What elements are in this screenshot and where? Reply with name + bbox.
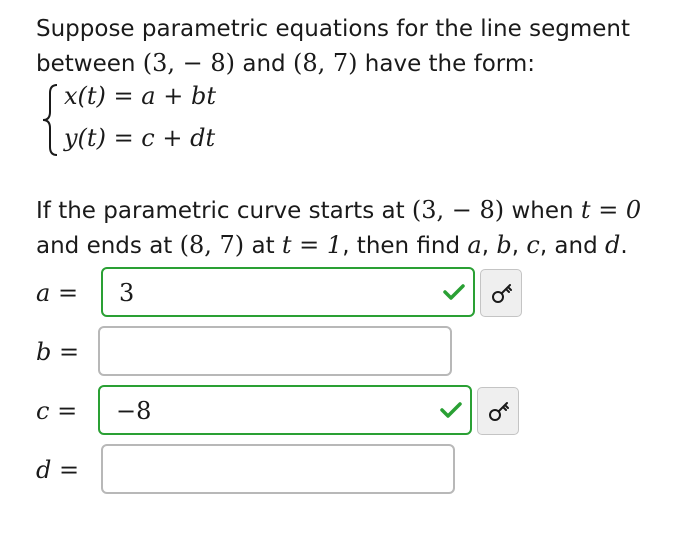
intro-line-1: Suppose parametric equations for the lin… [36, 16, 630, 42]
equals-sign: = [51, 338, 80, 366]
answer-label-c: c = [36, 397, 77, 425]
checkmark-icon [440, 402, 462, 418]
answer-var: c [36, 397, 50, 425]
point-end: (8, 7) [292, 49, 358, 77]
equals-sign: = [51, 456, 80, 484]
answer-var: a [36, 279, 51, 307]
question-text: at [244, 233, 282, 259]
key-icon [492, 284, 512, 303]
answer-row-b: b = [0, 326, 700, 382]
answer-value-a: 3 [119, 279, 135, 307]
answer-input-c[interactable]: −8 [98, 385, 472, 435]
equation-y: y(t) = c + dt [64, 124, 215, 152]
answer-label-a: a = [36, 279, 78, 307]
intro-text: have the form: [357, 51, 535, 77]
equals-sign: = [49, 397, 78, 425]
left-brace [42, 84, 58, 156]
intro-line-2: between (3, − 8) and (8, 7) have the for… [36, 46, 630, 81]
question-text: . [620, 233, 628, 259]
question-text: , and [539, 233, 606, 259]
var-d: d [605, 231, 621, 259]
intro-text: between [36, 51, 143, 77]
var-a: a [467, 231, 482, 259]
answer-label-b: b = [36, 338, 79, 366]
checkmark-icon [443, 284, 465, 300]
question-text: when [504, 198, 581, 224]
question-text: , then find [342, 233, 468, 259]
question-text: and ends at [36, 233, 180, 259]
key-icon [489, 402, 509, 421]
eq-y-lhs: y(t) [64, 124, 106, 152]
answer-var: d [36, 456, 52, 484]
answer-row-c: c = −8 [0, 385, 700, 441]
var-c: c [526, 231, 540, 259]
equation-x: x(t) = a + bt [64, 82, 216, 110]
var-b: b [496, 231, 512, 259]
problem-question: If the parametric curve starts at (3, − … [36, 193, 641, 263]
answer-var: b [36, 338, 52, 366]
question-text: If the parametric curve starts at [36, 198, 412, 224]
point-start: (3, − 8) [142, 49, 236, 77]
question-line-2: and ends at (8, 7) at t = 1, then find a… [36, 228, 641, 263]
eq-x-lhs: x(t) [64, 82, 106, 110]
answer-input-b[interactable] [98, 326, 452, 376]
answer-label-d: d = [36, 456, 79, 484]
answer-row-d: d = [0, 444, 700, 500]
answer-input-a[interactable]: 3 [101, 267, 475, 317]
key-button-c[interactable] [477, 387, 519, 435]
end-point: (8, 7) [179, 231, 245, 259]
answer-input-d[interactable] [101, 444, 455, 494]
key-button-a[interactable] [480, 269, 522, 317]
intro-text: and [235, 51, 293, 77]
eq-x-rhs: = a + bt [105, 82, 216, 110]
question-text: , [511, 233, 527, 259]
start-condition: t = 0 [580, 196, 642, 224]
problem-intro: Suppose parametric equations for the lin… [36, 12, 630, 81]
answer-row-a: a = 3 [0, 267, 700, 323]
equals-sign: = [50, 279, 79, 307]
end-condition: t = 1 [281, 231, 343, 259]
question-text: , [481, 233, 497, 259]
answer-value-c: −8 [116, 397, 152, 425]
start-point: (3, − 8) [411, 196, 505, 224]
question-line-1: If the parametric curve starts at (3, − … [36, 193, 641, 228]
eq-y-rhs: = c + dt [105, 124, 216, 152]
